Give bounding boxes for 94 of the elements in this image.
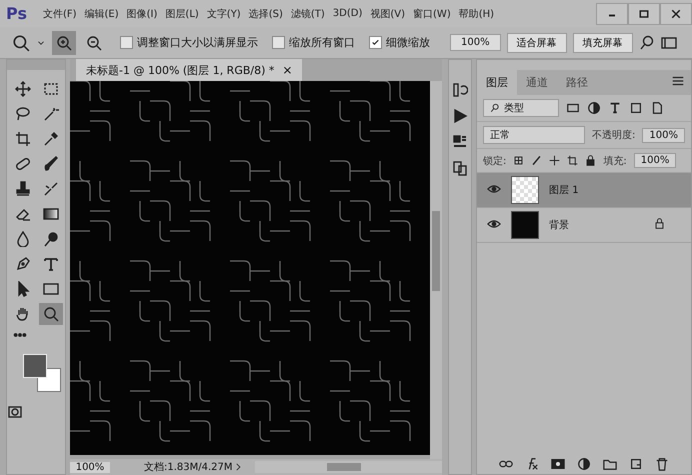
panel-tab[interactable]: 路径	[557, 70, 598, 95]
checkbox[interactable]	[120, 36, 133, 49]
zoom-icon	[43, 306, 59, 322]
opacity-field[interactable]: 100%	[642, 128, 685, 142]
eyedropper-icon	[43, 131, 59, 147]
bandage-icon	[15, 156, 31, 172]
new-layer-icon[interactable]	[629, 457, 643, 471]
fill-field[interactable]: 100%	[634, 153, 676, 168]
3d-object-icon[interactable]	[452, 134, 468, 150]
document-tab[interactable]: 未标题-1 @ 100% (图层 1, RGB/8) * ×	[76, 59, 302, 81]
move-icon	[15, 81, 31, 97]
checkbox[interactable]	[369, 36, 382, 49]
panel-tab[interactable]: 图层	[477, 70, 518, 95]
search-icon	[490, 103, 500, 113]
layer-thumbnail	[511, 176, 540, 204]
tool-button[interactable]	[39, 303, 63, 325]
opacity-label: 不透明度:	[592, 128, 636, 142]
layer-comps-icon[interactable]	[452, 160, 468, 176]
horizontal-scrollbar[interactable]	[254, 461, 442, 473]
close-button[interactable]	[660, 2, 692, 24]
menu-item[interactable]: 文字(Y)	[202, 6, 245, 20]
adjustment-filter-icon[interactable]	[587, 101, 602, 115]
maximize-button[interactable]	[628, 2, 660, 24]
menu-item[interactable]: 编辑(E)	[80, 6, 123, 20]
checkbox-label: 调整窗口大小以满屏显示	[137, 35, 258, 50]
panel-menu-icon[interactable]	[671, 74, 685, 88]
toolbar-button[interactable]: 适合屏幕	[506, 32, 567, 52]
folder-icon[interactable]	[603, 457, 617, 471]
vertical-scrollbar[interactable]	[430, 81, 442, 459]
menu-item[interactable]: 视图(V)	[366, 6, 410, 20]
document-info: 文档:1.83M/4.27M	[144, 460, 233, 474]
brush-icon[interactable]	[531, 155, 542, 166]
image-filter-icon[interactable]	[566, 101, 580, 115]
marquee-icon	[43, 81, 59, 97]
close-icon[interactable]	[670, 8, 682, 20]
trash-icon[interactable]	[655, 457, 669, 471]
magic-wand-icon	[43, 106, 59, 122]
adjustment-icon[interactable]	[577, 457, 591, 471]
move-icon[interactable]	[549, 155, 560, 166]
menu-item[interactable]: 选择(S)	[244, 6, 287, 20]
checkbox[interactable]	[272, 36, 285, 49]
lock-pixels-icon[interactable]	[513, 155, 524, 166]
menu-item[interactable]: 滤镜(T)	[286, 6, 329, 20]
menu-item[interactable]: 帮助(H)	[454, 6, 498, 20]
rectangle-icon	[43, 281, 59, 297]
lock-label: 锁定:	[483, 154, 506, 168]
layer-name: 背景	[549, 218, 570, 232]
layer-row[interactable]: 图层 1	[477, 173, 691, 208]
zoom-field[interactable]: 100%	[450, 34, 501, 51]
screen-mode-icon[interactable]	[660, 34, 677, 50]
smart-object-filter-icon[interactable]	[650, 101, 664, 115]
type-tool-icon	[43, 256, 59, 272]
gradient-icon	[43, 206, 59, 222]
zoom-level[interactable]: 100%	[70, 462, 110, 472]
dodge-icon	[43, 231, 59, 247]
play-icon[interactable]	[452, 108, 468, 124]
crop-icon	[15, 131, 31, 147]
zoom-out-icon	[86, 34, 102, 50]
history-brush-icon	[43, 181, 59, 197]
blend-mode-dropdown[interactable]: 正常	[483, 126, 586, 144]
menu-item[interactable]: 3D(D)	[328, 8, 366, 19]
drop-icon	[15, 231, 31, 247]
filter-dropdown[interactable]: 类型	[483, 99, 560, 117]
artboard-icon[interactable]	[567, 155, 578, 166]
shape-filter-icon[interactable]	[629, 101, 644, 115]
check-icon	[371, 38, 380, 47]
layer-name: 图层 1	[549, 184, 580, 197]
pen-icon	[15, 256, 31, 272]
checkbox-label: 缩放所有窗口	[289, 35, 355, 50]
lock-icon[interactable]	[585, 155, 596, 166]
lasso-icon	[15, 106, 31, 122]
menu-item[interactable]: 图层(L)	[161, 6, 203, 20]
toolbar-button[interactable]: 填充屏幕	[572, 32, 633, 52]
mask-icon[interactable]	[551, 457, 565, 471]
menu-item[interactable]: 图像(I)	[122, 6, 162, 20]
fill-label: 填充:	[603, 154, 627, 168]
zoom-in-button[interactable]	[52, 30, 76, 54]
brush-icon	[43, 156, 59, 172]
search-icon[interactable]	[638, 34, 655, 50]
checkbox-label: 细微缩放	[386, 35, 430, 50]
layer-row[interactable]: 背景	[477, 208, 691, 243]
quick-mask-icon[interactable]	[7, 404, 23, 420]
menu-item[interactable]: 窗口(W)	[409, 6, 455, 20]
type-filter-icon[interactable]	[608, 101, 622, 115]
tab-close-button[interactable]: ×	[282, 63, 292, 77]
stamp-icon	[15, 181, 31, 197]
app-logo: Ps	[6, 4, 27, 23]
menu-item[interactable]: 文件(F)	[38, 6, 81, 20]
history-icon[interactable]	[452, 82, 468, 98]
layer-thumbnail	[511, 211, 540, 239]
panel-tab[interactable]: 通道	[517, 70, 558, 95]
zoom-icon[interactable]	[12, 34, 30, 52]
maximize-icon[interactable]	[638, 8, 650, 20]
zoom-in-icon	[56, 34, 72, 50]
